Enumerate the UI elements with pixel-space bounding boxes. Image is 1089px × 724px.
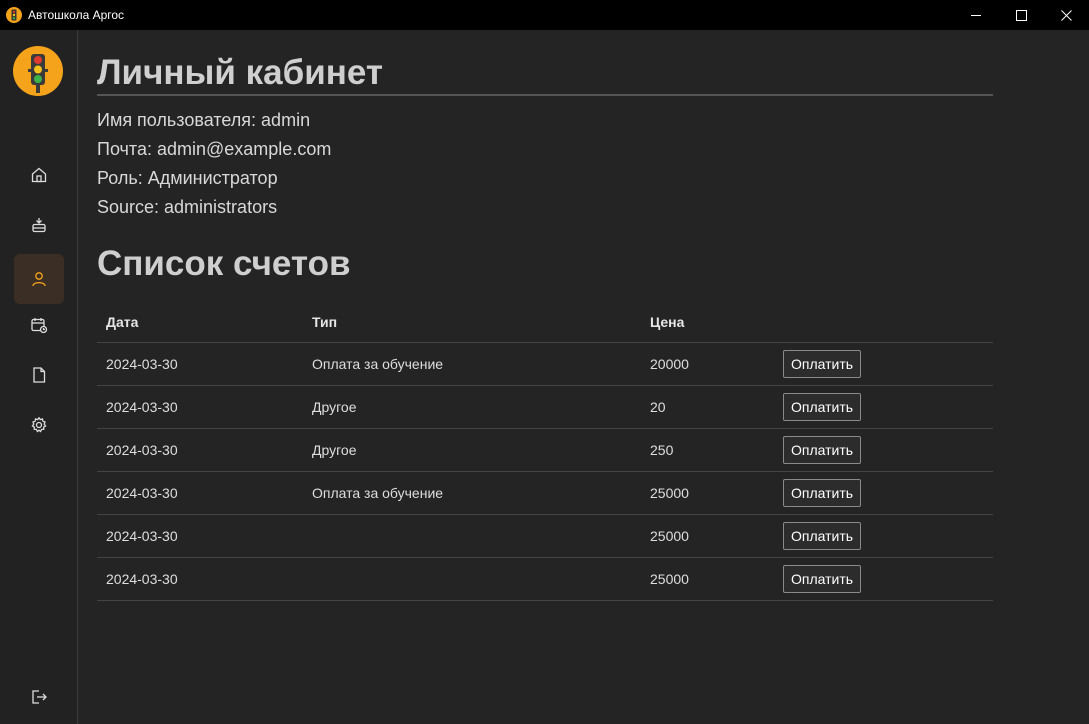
- nav-settings[interactable]: [14, 400, 64, 450]
- pay-button[interactable]: Оплатить: [783, 392, 862, 421]
- minimize-button[interactable]: [954, 0, 999, 30]
- cell-type: Другое: [303, 428, 641, 472]
- document-icon: [33, 367, 46, 383]
- nav-schedule[interactable]: [14, 300, 64, 350]
- cell-price: 25000: [641, 471, 774, 515]
- column-header-price: Цена: [641, 302, 774, 343]
- invoices-table: Дата Тип Цена 2024-03-30 Оплата за обуче…: [97, 302, 993, 601]
- source-text: Source: administrators: [97, 197, 278, 217]
- invoices-heading: Список счетов: [97, 244, 351, 283]
- cell-type: Другое: [303, 385, 641, 429]
- pay-button[interactable]: Оплатить: [783, 435, 862, 464]
- pay-button[interactable]: Оплатить: [783, 521, 862, 550]
- schedule-icon: [31, 318, 48, 334]
- traffic-light-logo-icon: [13, 46, 63, 96]
- title-divider: [97, 94, 993, 96]
- exam-icon: [32, 218, 46, 233]
- maximize-icon: [1016, 9, 1027, 21]
- pay-button[interactable]: Оплатить: [783, 349, 862, 378]
- cell-date: 2024-03-30: [97, 385, 303, 429]
- cell-date: 2024-03-30: [97, 428, 303, 472]
- profile-icon: [32, 272, 46, 287]
- maximize-button[interactable]: [999, 0, 1044, 30]
- column-header-type: Тип: [303, 302, 641, 343]
- minimize-icon: [971, 14, 981, 16]
- cell-action: Оплатить: [774, 342, 993, 386]
- table-row: 2024-03-30 25000 Оплатить: [97, 557, 993, 601]
- nav-profile[interactable]: [14, 254, 64, 304]
- column-header-action: [774, 302, 993, 343]
- page-title: Личный кабинет: [97, 53, 384, 92]
- table-row: 2024-03-30 Другое 250 Оплатить: [97, 428, 993, 472]
- username-text: Имя пользователя: admin: [97, 110, 311, 130]
- cell-date: 2024-03-30: [97, 557, 303, 601]
- table-row: 2024-03-30 Оплата за обучение 25000 Опла…: [97, 471, 993, 515]
- column-header-date: Дата: [97, 302, 303, 343]
- settings-icon: [31, 416, 47, 433]
- cell-action: Оплатить: [774, 385, 993, 429]
- close-icon: [1061, 9, 1072, 21]
- cell-action: Оплатить: [774, 471, 993, 515]
- app-logo-icon: [6, 7, 22, 23]
- cell-date: 2024-03-30: [97, 342, 303, 386]
- cell-type: [303, 557, 641, 601]
- nav-home[interactable]: [14, 150, 64, 200]
- cell-price: 20: [641, 385, 774, 429]
- cell-price: 25000: [641, 557, 774, 601]
- cell-action: Оплатить: [774, 514, 993, 558]
- cell-type: Оплата за обучение: [303, 471, 641, 515]
- email-text: Почта: admin@example.com: [97, 139, 332, 159]
- table-header-row: Дата Тип Цена: [97, 302, 993, 343]
- cell-action: Оплатить: [774, 428, 993, 472]
- nav-logout[interactable]: [14, 672, 64, 722]
- cell-price: 250: [641, 428, 774, 472]
- cell-type: Оплата за обучение: [303, 342, 641, 386]
- cell-date: 2024-03-30: [97, 471, 303, 515]
- pay-button[interactable]: Оплатить: [783, 478, 862, 507]
- cell-action: Оплатить: [774, 557, 993, 601]
- cell-price: 25000: [641, 514, 774, 558]
- pay-button[interactable]: Оплатить: [783, 564, 862, 593]
- nav-exam[interactable]: [14, 200, 64, 250]
- home-icon: [31, 167, 47, 183]
- table-row: 2024-03-30 Другое 20 Оплатить: [97, 385, 993, 429]
- role-text: Роль: Администратор: [97, 168, 278, 188]
- close-button[interactable]: [1044, 0, 1089, 30]
- title-bar: Автошкола Аргос: [0, 0, 1089, 30]
- table-row: 2024-03-30 25000 Оплатить: [97, 514, 993, 558]
- cell-type: [303, 514, 641, 558]
- table-row: 2024-03-30 Оплата за обучение 20000 Опла…: [97, 342, 993, 386]
- nav-documents[interactable]: [14, 350, 64, 400]
- cell-price: 20000: [641, 342, 774, 386]
- cell-date: 2024-03-30: [97, 514, 303, 558]
- sidebar: [0, 30, 78, 724]
- logout-icon: [32, 690, 47, 704]
- window-title: Автошкола Аргос: [28, 8, 125, 22]
